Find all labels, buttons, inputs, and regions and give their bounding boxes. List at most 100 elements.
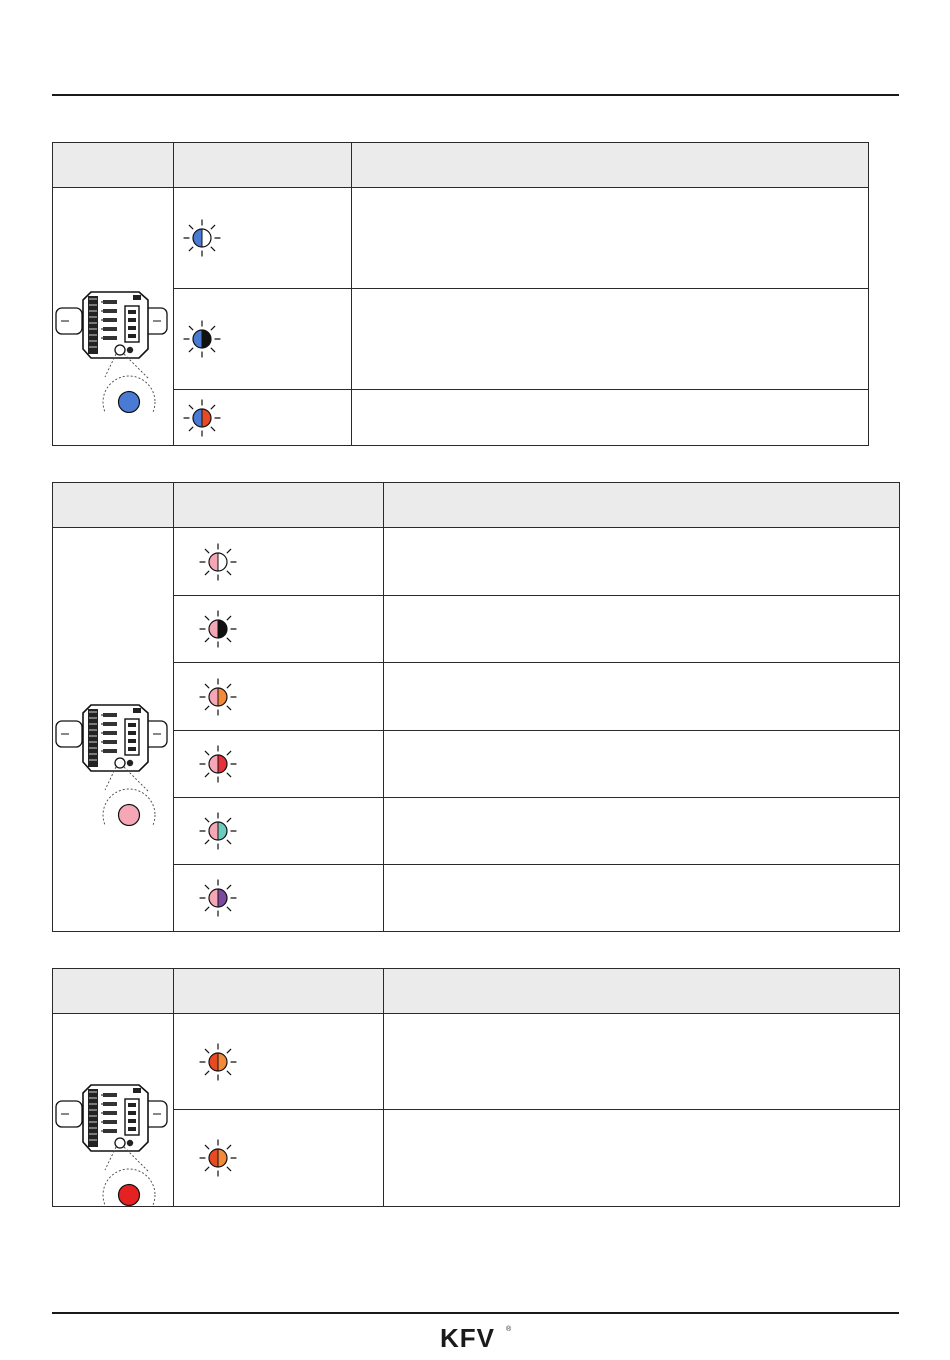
module-button (126, 1139, 134, 1147)
top-marker (133, 707, 141, 713)
led-ray (204, 1144, 210, 1150)
table-row (52, 1013, 900, 1207)
table-header-row (52, 482, 900, 528)
led-ray (188, 224, 194, 230)
led-ray (204, 884, 210, 890)
led-ray (226, 1048, 232, 1053)
led-right-half (218, 822, 227, 840)
contact-label (103, 326, 117, 331)
led-ray (204, 772, 210, 778)
description-cell (383, 1013, 900, 1110)
led-cell (173, 527, 384, 596)
contact-label (103, 308, 117, 313)
led-ray (210, 246, 216, 252)
header-cell-device (52, 142, 174, 188)
contact-label (103, 1111, 117, 1115)
table-row (52, 187, 869, 446)
device-illustration (53, 666, 173, 826)
description-cell (383, 797, 900, 865)
led-ray (226, 906, 232, 912)
table-header-row (52, 142, 869, 188)
led-ray (210, 404, 216, 409)
led-blink-icon (199, 879, 237, 917)
led-ray (210, 224, 216, 230)
header-cell-led (173, 968, 384, 1014)
table-header-row (52, 968, 900, 1014)
device-illustration (53, 1046, 173, 1206)
led-blink-icon (199, 677, 237, 716)
led-left-half (193, 229, 202, 247)
led-left-half (209, 552, 218, 571)
contact-label (103, 712, 117, 717)
led-ray (188, 347, 194, 353)
description-cell (383, 1109, 900, 1207)
contact-label (103, 317, 117, 322)
connector-pin (128, 309, 136, 314)
led-ray (226, 615, 232, 621)
led-right-half (218, 1052, 227, 1071)
led-ray (204, 1070, 210, 1075)
led-ray (204, 637, 210, 643)
kfv-logo-text: KFV (440, 1323, 495, 1352)
led-ray (226, 884, 232, 890)
led-ray (204, 906, 210, 912)
description-cell (383, 730, 900, 798)
table-row (53, 730, 900, 798)
led-ray (226, 683, 232, 688)
table-row (53, 1109, 900, 1207)
device-cell (52, 527, 174, 932)
led-ray (204, 570, 210, 575)
led-ray (204, 615, 210, 621)
header-cell-description (383, 968, 900, 1014)
led-ray (204, 750, 210, 756)
description-cell (383, 864, 900, 932)
led-ray (226, 1166, 232, 1172)
led-ray (210, 426, 216, 431)
table-row (53, 662, 900, 731)
table-row (53, 389, 869, 446)
led-ray (226, 750, 232, 756)
led-ray (210, 347, 216, 353)
connector-pin (128, 746, 136, 751)
device-cell (52, 1013, 174, 1207)
module-led (114, 756, 126, 769)
led-right-half (218, 755, 227, 773)
module-led (114, 343, 126, 356)
led-cell (173, 595, 384, 663)
led-ray (188, 325, 194, 331)
module-button (126, 346, 134, 353)
header-cell-device (52, 968, 174, 1014)
led-status-table-3 (52, 968, 900, 1207)
contact-label (103, 730, 117, 735)
led-ray (204, 683, 210, 688)
led-cell (173, 730, 384, 798)
contact-label (103, 1129, 117, 1133)
device-illustration (53, 253, 173, 413)
led-ray (226, 548, 232, 553)
magnified-led (117, 390, 141, 413)
led-left-half (193, 408, 202, 427)
led-blink-icon (183, 320, 221, 358)
magnified-led (117, 1183, 141, 1206)
led-right-half (202, 408, 211, 427)
led-blink-icon (199, 1139, 237, 1177)
led-ray (204, 705, 210, 710)
module-button (126, 759, 134, 766)
led-ray (204, 839, 210, 845)
led-right-half (202, 229, 211, 247)
device-cell (52, 187, 174, 446)
top-marker (133, 294, 141, 300)
registered-mark: ® (506, 1325, 512, 1333)
led-blink-icon (183, 398, 221, 437)
led-cell (173, 1109, 384, 1207)
led-left-half (209, 889, 218, 907)
led-left-half (209, 1052, 218, 1071)
led-cell (173, 864, 384, 932)
description-cell (383, 662, 900, 731)
led-ray (188, 246, 194, 252)
contact-label (103, 299, 117, 304)
connector-pin (128, 738, 136, 743)
module-led (114, 1137, 126, 1149)
magnified-led (117, 803, 141, 826)
footer-rule (52, 1312, 899, 1314)
